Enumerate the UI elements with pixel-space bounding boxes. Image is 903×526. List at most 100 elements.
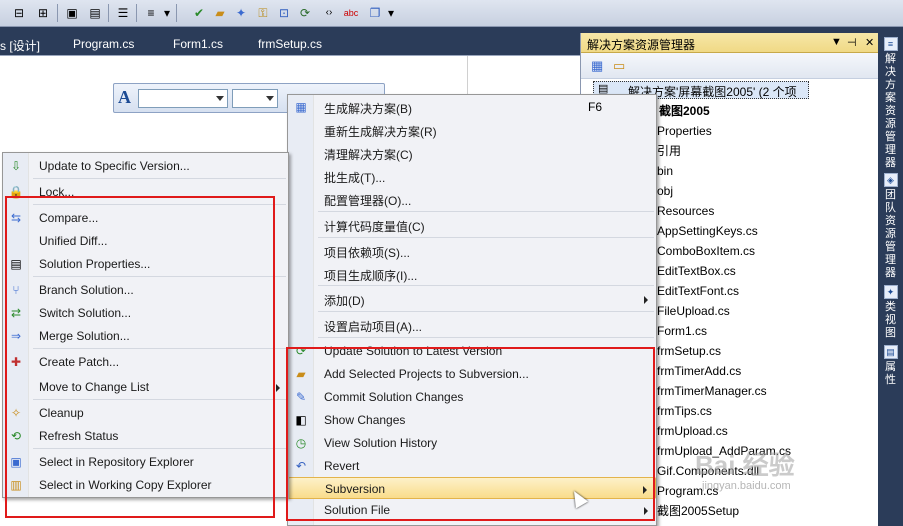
main-menu-item[interactable]: ✎ Commit Solution Changes xyxy=(288,386,656,408)
close-icon[interactable]: ✕ xyxy=(865,36,874,49)
menu-icon[interactable]: ≡ xyxy=(142,4,160,22)
tab-program[interactable]: Program.cs xyxy=(73,37,134,51)
main-menu-item[interactable]: 项目生成顺序(I)... xyxy=(288,263,656,285)
open-folder-icon[interactable]: ▰ xyxy=(211,4,229,22)
properties-icon[interactable]: ▦ xyxy=(591,58,603,74)
subversion-menu-item[interactable]: ▥ Select in Working Copy Explorer xyxy=(3,474,288,496)
main-menu-item[interactable]: 计算代码度量值(C) xyxy=(288,214,656,236)
tree-item[interactable]: bin xyxy=(657,163,673,179)
menu-separator xyxy=(33,204,286,205)
subversion-menu-item[interactable]: Unified Diff... xyxy=(3,230,288,252)
tree-item[interactable]: frmSetup.cs xyxy=(657,343,721,359)
tree-item[interactable]: EditTextBox.cs xyxy=(657,263,736,279)
subversion-menu-item[interactable]: ⇒ Merge Solution... xyxy=(3,325,288,347)
subversion-menu-item[interactable]: ⇩ Update to Specific Version... xyxy=(3,155,288,177)
show-all-files-icon[interactable]: ▭ xyxy=(613,58,625,74)
watermark-url: jingyan.baidu.com xyxy=(702,480,791,492)
subversion-menu-item[interactable]: ⇄ Switch Solution... xyxy=(3,302,288,324)
main-menu-item[interactable]: ◧ Show Changes xyxy=(288,409,656,431)
main-menu-item[interactable]: 配置管理器(O)... xyxy=(288,188,656,210)
subversion-menu-item[interactable]: ▤ Solution Properties... xyxy=(3,253,288,275)
main-menu-item[interactable]: 项目依赖项(S)... xyxy=(288,240,656,262)
spellcheck-icon[interactable]: abc xyxy=(342,4,360,22)
menu-separator xyxy=(33,178,286,179)
align2-icon[interactable]: ⊞ xyxy=(34,4,52,22)
refresh-icon[interactable]: ⟳ xyxy=(296,4,314,22)
tree-item[interactable]: 引用 xyxy=(657,143,681,159)
dock-class-view[interactable]: ✦ 类视图 xyxy=(881,285,900,340)
grid2-icon[interactable]: ▤ xyxy=(86,4,104,22)
main-menu-item-label: 生成解决方案(B) xyxy=(324,102,412,116)
tree-item[interactable]: frmTimerManager.cs xyxy=(657,383,767,399)
main-menu-item[interactable]: 重新生成解决方案(R) xyxy=(288,119,656,141)
build-context-menu: ▦ 生成解决方案(B) F6 重新生成解决方案(R) 清理解决方案(C) 批生成(T)..… xyxy=(287,94,657,526)
auto-hide-icon[interactable]: ⊣ xyxy=(847,36,857,49)
changes-icon: ◧ xyxy=(295,413,307,427)
main-menu-item[interactable]: 批生成(T)... xyxy=(288,165,656,187)
tree-item[interactable]: Form1.cs xyxy=(657,323,707,339)
patch-icon: ✚ xyxy=(10,355,22,369)
font-size-combo[interactable] xyxy=(232,89,278,108)
subversion-menu-item[interactable]: ✧ Cleanup xyxy=(3,402,288,424)
subversion-menu-item[interactable]: Move to Change List xyxy=(3,376,288,398)
tab-designer[interactable]: s [设计] xyxy=(0,37,40,54)
tree-item[interactable]: ComboBoxItem.cs xyxy=(657,243,755,259)
tree-item[interactable]: FileUpload.cs xyxy=(657,303,730,319)
main-menu-item[interactable]: 添加(D) xyxy=(288,288,656,310)
tree-item[interactable]: frmTimerAdd.cs xyxy=(657,363,741,379)
tree-item[interactable]: frmUpload.cs xyxy=(657,423,728,439)
font-family-combo[interactable] xyxy=(138,89,228,108)
binary-icon[interactable]: ‹› xyxy=(320,4,338,22)
main-menu-item[interactable]: ↶ Revert xyxy=(288,455,656,477)
tree-item[interactable]: frmTips.cs xyxy=(657,403,712,419)
window-position-icon[interactable]: ▼ xyxy=(831,36,842,48)
tree-item[interactable]: 截图2005Setup xyxy=(657,503,739,519)
main-menu-item[interactable]: 设置启动项目(A)... xyxy=(288,314,656,336)
align-icon[interactable]: ⊟ xyxy=(10,4,28,22)
tab-form1[interactable]: Form1.cs xyxy=(173,37,223,51)
dock-properties[interactable]: ▤ 属性 xyxy=(881,345,900,387)
main-menu-item[interactable]: ⟳ Update Solution to Latest Version xyxy=(288,340,656,362)
tree-item[interactable]: Resources xyxy=(657,203,714,219)
tree-item[interactable]: obj xyxy=(657,183,673,199)
menu-separator xyxy=(33,276,286,277)
stack-icon[interactable]: ❐ xyxy=(366,4,384,22)
lock-icon[interactable]: ⊡ xyxy=(275,4,293,22)
menu-separator xyxy=(33,448,286,449)
subversion-menu-item-label: Move to Change List xyxy=(39,380,150,394)
tree-item[interactable]: AppSettingKeys.cs xyxy=(657,223,758,239)
main-menu-item-label: 添加(D) xyxy=(324,294,365,308)
main-menu-item[interactable]: ◷ View Solution History xyxy=(288,432,656,454)
dropdown-icon[interactable]: ▾ xyxy=(162,4,172,22)
main-menu-item[interactable]: Solution File xyxy=(288,499,656,521)
tree-item[interactable]: Properties xyxy=(657,123,712,139)
list-icon[interactable]: ☰ xyxy=(114,4,132,22)
dropdown2-icon[interactable]: ▾ xyxy=(386,4,396,22)
tab-frmsetup[interactable]: frmSetup.cs xyxy=(258,37,322,51)
checkmark-icon[interactable]: ✔ xyxy=(190,4,208,22)
subversion-menu-item[interactable]: 🔒 Lock... xyxy=(3,181,288,203)
tree-item[interactable]: EditTextFont.cs xyxy=(657,283,739,299)
dock-solution-explorer[interactable]: ≡ 解决方案资源管理器 xyxy=(881,37,900,170)
dock-team-explorer[interactable]: ◈ 团队资源管理器 xyxy=(881,173,900,280)
subversion-menu-item[interactable]: ✚ Create Patch... xyxy=(3,351,288,373)
magic-icon[interactable]: ✦ xyxy=(232,4,250,22)
switch-icon: ⇄ xyxy=(10,306,22,320)
grid-icon[interactable]: ▣ xyxy=(63,4,81,22)
key-icon[interactable]: ⚿ xyxy=(254,4,272,22)
subversion-menu-item[interactable]: ▣ Select in Repository Explorer xyxy=(3,451,288,473)
main-menu-item[interactable]: Subversion xyxy=(288,477,656,499)
subversion-menu-item[interactable]: ⟲ Refresh Status xyxy=(3,425,288,447)
menu-separator xyxy=(33,399,286,400)
menu-separator xyxy=(318,285,654,286)
subversion-menu-item[interactable]: ⑂ Branch Solution... xyxy=(3,279,288,301)
main-menu-item-label: View Solution History xyxy=(324,436,438,450)
submenu-arrow-icon xyxy=(644,507,648,515)
font-style-icon[interactable]: A xyxy=(118,87,131,108)
main-menu-item[interactable]: ▰ Add Selected Projects to Subversion... xyxy=(288,363,656,385)
subversion-menu-item-label: Lock... xyxy=(39,185,75,199)
document-tabs: s [设计] Program.cs Form1.cs frmSetup.cs xyxy=(0,27,580,55)
main-menu-item[interactable]: ▦ 生成解决方案(B) F6 xyxy=(288,96,656,118)
main-menu-item[interactable]: 清理解决方案(C) xyxy=(288,142,656,164)
subversion-menu-item[interactable]: ⇆ Compare... xyxy=(3,207,288,229)
